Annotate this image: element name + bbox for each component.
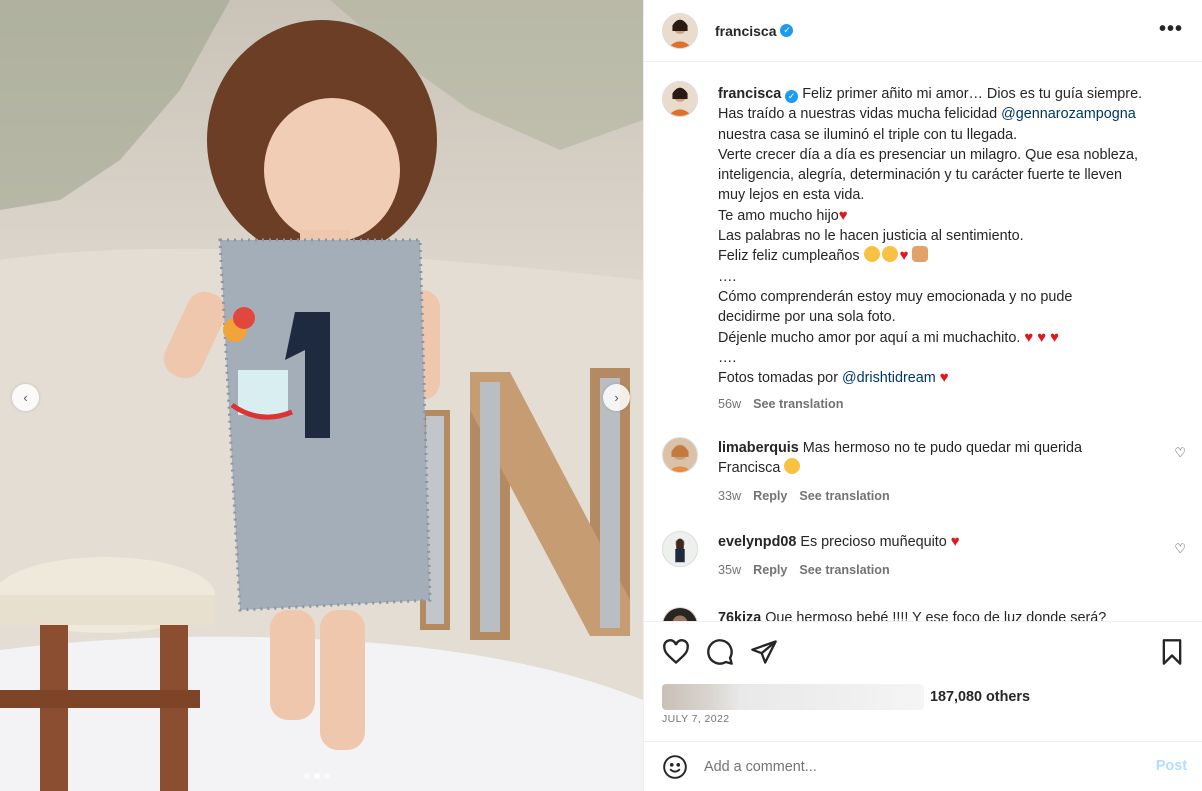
comment-text: Mas hermoso no te pudo quedar mi querida — [802, 440, 1082, 456]
comment-text: Es precioso muñequito — [800, 534, 947, 550]
heart-emoji-icon: ♥ — [838, 206, 848, 224]
commenter-username[interactable]: 76kiza — [718, 610, 761, 621]
caption-line: Feliz primer añito mi amor… Dios es tu g… — [802, 86, 1143, 102]
caption-username[interactable]: francisca — [718, 86, 781, 102]
add-comment-bar: Post — [644, 741, 1202, 791]
likes-count[interactable]: 187,080 others — [930, 689, 1030, 705]
caption-line: Las palabras no le hacen justicia al sen… — [718, 228, 1024, 245]
caption-line: …. — [718, 349, 737, 366]
author-username[interactable]: francisca — [715, 23, 776, 39]
caption-meta: 56w See translation — [718, 394, 1188, 414]
reply-button[interactable]: Reply — [753, 563, 787, 577]
commenter-username[interactable]: limaberquis — [718, 440, 799, 456]
mention-link[interactable]: @drishtidream — [842, 370, 936, 386]
carousel-dot-active — [314, 773, 320, 779]
post-comment-button[interactable]: Post — [1156, 758, 1187, 774]
caption-line: Cómo comprenderán estoy muy emocionada y… — [718, 288, 1073, 305]
like-icon[interactable] — [662, 638, 690, 666]
commenter-avatar[interactable] — [662, 531, 698, 567]
carousel-dot — [324, 773, 330, 779]
post-actions: 187,080 others JULY 7, 2022 — [644, 621, 1202, 741]
reply-button[interactable]: Reply — [753, 489, 787, 503]
heart-emoji-icon: ♥ — [1037, 328, 1047, 346]
heart-emoji-icon: ♥ — [1024, 328, 1034, 346]
commenter-avatar[interactable] — [662, 437, 698, 473]
caption-timestamp[interactable]: 56w — [718, 397, 741, 411]
liked-by-blurred — [662, 684, 924, 710]
likes-summary[interactable]: 187,080 others — [662, 684, 1030, 710]
carousel-dot — [304, 773, 310, 779]
carousel-indicator — [304, 773, 330, 779]
author-avatar[interactable] — [662, 12, 698, 49]
post-date: JULY 7, 2022 — [662, 713, 730, 725]
caption-line: nuestra casa se iluminó el triple con tu… — [718, 126, 1018, 143]
caption-line: Déjenle mucho amor por aquí a mi muchach… — [718, 329, 1021, 346]
heart-emoji-icon: ♥ — [1050, 328, 1060, 346]
comment-text: Que hermoso bebé !!!! Y ese foco de luz … — [765, 610, 1107, 621]
comment-text: Francisca — [718, 460, 781, 477]
verified-badge-icon: ✓ — [780, 24, 794, 37]
post-media[interactable]: ‹ › — [0, 0, 643, 791]
commenter-avatar[interactable] — [662, 607, 698, 621]
share-icon[interactable] — [750, 638, 778, 666]
comment-timestamp[interactable]: 33w — [718, 489, 741, 503]
comment-input[interactable] — [704, 758, 1134, 775]
comment-timestamp[interactable]: 35w — [718, 563, 741, 577]
star-struck-emoji-icon — [784, 458, 801, 475]
post-sidebar: francisca ✓ ••• francisca ✓ Feliz primer … — [643, 0, 1202, 791]
more-options-icon[interactable]: ••• — [1159, 18, 1183, 41]
caption-line: muy lejos en esta vida. — [718, 187, 865, 204]
emoji-picker-icon[interactable] — [662, 754, 688, 780]
heart-emoji-icon: ♥ — [939, 369, 949, 387]
see-translation-link[interactable]: See translation — [799, 563, 889, 577]
post-photo — [0, 0, 643, 791]
caption-line: inteligencia, alegría, determinación y t… — [718, 167, 1122, 184]
comment-meta: 33w Reply See translation — [718, 489, 902, 503]
comment-icon[interactable] — [706, 638, 734, 666]
mention-link[interactable]: @gennarozampogna — [1001, 106, 1136, 122]
comment-meta: 35w Reply See translation — [718, 563, 902, 577]
save-icon[interactable] — [1158, 638, 1186, 666]
praying-hands-emoji-icon — [912, 246, 929, 263]
comments-scroll-area[interactable]: francisca ✓ Feliz primer añito mi amor… D… — [644, 63, 1202, 621]
like-comment-icon[interactable]: ♡ — [1174, 541, 1186, 557]
see-translation-link[interactable]: See translation — [753, 397, 843, 411]
verified-badge-icon: ✓ — [785, 90, 799, 103]
caption-line: decidirme por una sola foto. — [718, 309, 896, 326]
post-header: francisca ✓ ••• — [644, 0, 1202, 62]
caption-line: Feliz feliz cumpleaños — [718, 248, 860, 265]
like-comment-icon[interactable]: ♡ — [1174, 445, 1186, 461]
caption-line: Fotos tomadas por — [718, 370, 838, 387]
caption-line: …. — [718, 268, 737, 285]
caption-avatar[interactable] — [662, 81, 698, 117]
next-slide-button[interactable]: › — [603, 384, 630, 411]
see-translation-link[interactable]: See translation — [799, 489, 889, 503]
caption-line: Verte crecer día a día es presenciar un … — [718, 146, 1138, 163]
previous-slide-button[interactable]: ‹ — [12, 384, 39, 411]
caption-line: Has traído a nuestras vidas mucha felici… — [718, 106, 998, 123]
heart-emoji-icon: ♥ — [899, 247, 909, 265]
caption-line: Te amo mucho hijo — [718, 207, 839, 224]
party-face-emoji-icon — [863, 246, 880, 263]
heart-emoji-icon: ♥ — [950, 533, 960, 550]
smiling-hearts-emoji-icon — [881, 246, 898, 263]
commenter-username[interactable]: evelynpd08 — [718, 534, 796, 550]
